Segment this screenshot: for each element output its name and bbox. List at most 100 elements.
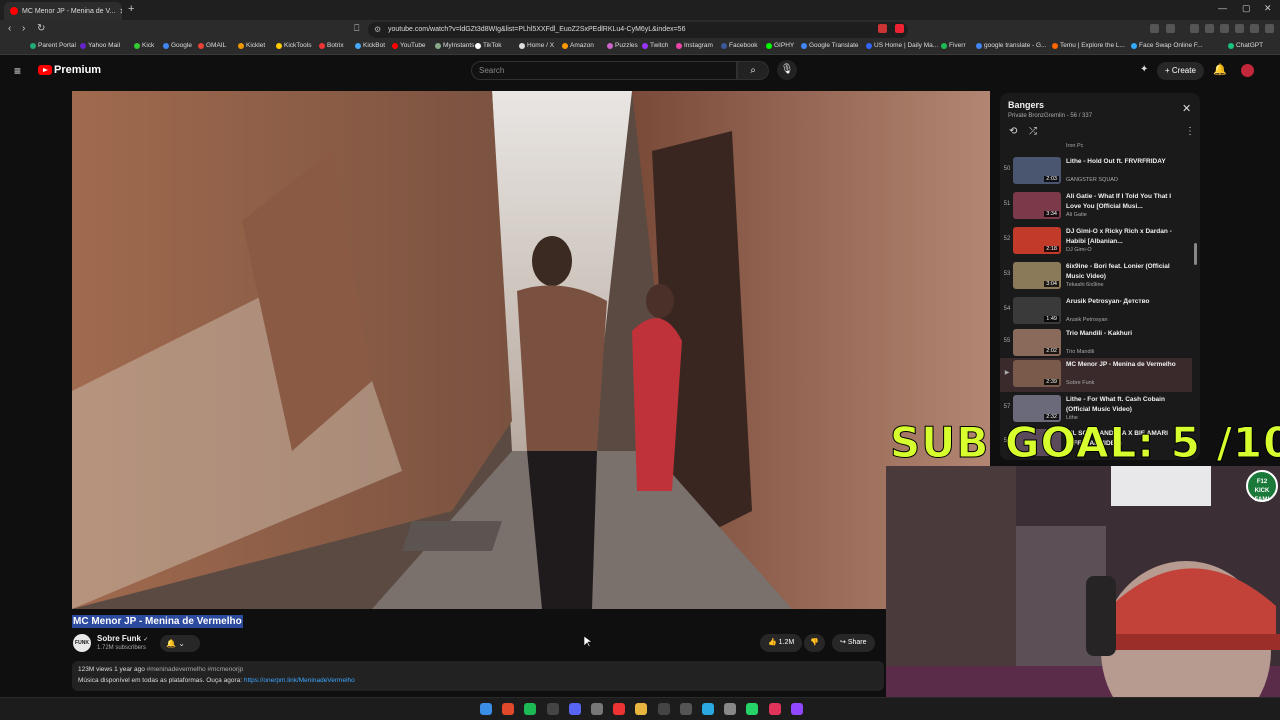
shuffle-icon[interactable]: ⤮ [1029, 126, 1037, 137]
app-icon[interactable] [546, 703, 559, 715]
spotify-icon[interactable] [524, 703, 537, 715]
playlist-scrollbar[interactable] [1194, 243, 1197, 265]
bookmark-item[interactable]: Parent Portal [30, 42, 76, 49]
hamburger-menu-icon[interactable]: ≡ [14, 64, 21, 78]
extension-icon[interactable] [1205, 24, 1214, 33]
bookmark-item[interactable]: Kicklet [238, 42, 265, 49]
cast-icon[interactable]: ✦ [1140, 64, 1148, 75]
description-link[interactable]: https://onerpm.link/MeninadeVermelho [244, 677, 355, 684]
bookmark-item[interactable]: GMAIL [198, 42, 226, 49]
steam-icon[interactable] [679, 703, 692, 715]
bookmark-item[interactable]: YouTube [392, 42, 426, 49]
list-item-channel: Iron Pc [1066, 143, 1084, 149]
search-input[interactable]: Search [471, 61, 737, 80]
extension-icon[interactable] [1190, 24, 1199, 33]
back-icon[interactable]: ‹ [8, 23, 11, 34]
bookmark-item[interactable]: Google Translate [801, 42, 859, 49]
video-description[interactable]: 123M views 1 year ago #meninadevermelho … [72, 661, 884, 691]
brave-shield-icon[interactable] [878, 24, 887, 33]
playlist-item[interactable]: ▶ 2:39 MC Menor JP - Menina de Vermelho Sob… [1000, 358, 1192, 392]
app-icon[interactable] [657, 703, 670, 715]
bookmark-item[interactable]: Instagram [676, 42, 713, 49]
minimize-icon[interactable]: — [1218, 3, 1227, 13]
app-icon[interactable] [702, 703, 714, 715]
bookmark-item[interactable]: ChatGPT [1228, 42, 1263, 49]
windows-start-icon[interactable] [480, 703, 492, 715]
extension-icon[interactable] [1235, 24, 1244, 33]
maps-icon[interactable] [613, 703, 626, 715]
bookmark-item[interactable]: Amazon [562, 42, 594, 49]
hashtags[interactable]: #meninadevermelho #mcmenorjp [147, 666, 243, 673]
microphone-icon: 🎙 [780, 64, 794, 75]
close-window-icon[interactable]: ✕ [1264, 3, 1272, 14]
channel-name[interactable]: Sobre Funk ✓ [97, 634, 148, 643]
account-avatar[interactable] [1241, 64, 1254, 77]
forward-icon[interactable]: › [22, 23, 25, 34]
bookmark-item[interactable]: TikTok [475, 42, 502, 49]
app-icon[interactable] [591, 703, 603, 715]
playlist-item[interactable]: 53 3:04 6ix9ine - Bori feat. Lonier (Offic… [1000, 260, 1192, 294]
discord-icon[interactable] [568, 703, 581, 715]
bookmark-item[interactable]: Temu | Explore the L... [1052, 42, 1125, 49]
bookmark-item[interactable]: google translate - G... [976, 42, 1047, 49]
playlist-item-channel: Trio Mandili [1066, 349, 1095, 355]
bookmark-item[interactable]: KickTools [276, 42, 311, 49]
bookmark-item[interactable]: Face Swap Online F... [1131, 42, 1203, 49]
maximize-icon[interactable]: ▢ [1242, 3, 1251, 14]
dislike-button[interactable]: 👎 [804, 634, 825, 652]
bookmark-item[interactable]: Google [163, 42, 192, 49]
address-bar[interactable]: ⚙ youtube.com/watch?v=ldGZt3d8WIg&list=P… [368, 22, 908, 38]
search-button[interactable]: ⌕ [737, 61, 769, 80]
playlist-item[interactable]: 50 2:03 Lithe - Hold Out ft. FRVRFRIDAY GAN… [1000, 155, 1192, 189]
reload-icon[interactable]: ↻ [37, 23, 45, 34]
create-button[interactable]: + Create [1157, 62, 1204, 80]
like-button[interactable]: 👍 1.2M [760, 634, 803, 652]
close-playlist-icon[interactable]: ✕ [1182, 102, 1191, 115]
extension-icon[interactable] [1166, 24, 1175, 33]
youtube-logo[interactable]: Premium [38, 64, 101, 76]
bookmark-page-icon[interactable]: ⎕ [354, 23, 359, 34]
close-tab-icon[interactable]: ✕ [119, 7, 122, 16]
bookmark-item[interactable]: GIPHY [766, 42, 794, 49]
playlist-item[interactable]: 52 2:18 DJ Gimi-O x Ricky Rich x Dardan - … [1000, 225, 1192, 259]
subscription-bell-button[interactable]: 🔔 ⌄ [160, 635, 200, 652]
notifications-bell-icon[interactable]: 🔔 [1213, 63, 1227, 76]
extension-icon[interactable] [1150, 24, 1159, 33]
playlist-item[interactable]: 55 2:02 Trio Mandili - Kakhuri Trio Mandili [1000, 327, 1192, 361]
browser-tab[interactable]: MC Menor JP - Menina de V... ✕ [4, 2, 122, 20]
bookmark-label: Amazon [570, 42, 594, 49]
brave-icon[interactable] [502, 703, 515, 715]
rewards-icon[interactable] [895, 24, 904, 33]
bookmark-item[interactable]: Yahoo Mail [80, 42, 120, 49]
channel-avatar[interactable]: FUNK [73, 634, 91, 652]
playlist-item-index: ▶ [1004, 370, 1010, 376]
wallet-icon[interactable] [1250, 24, 1259, 33]
obs-icon[interactable] [790, 703, 803, 715]
new-tab-icon[interactable]: + [128, 3, 134, 15]
whatsapp-icon[interactable] [746, 703, 759, 715]
playlist-item[interactable]: 51 3:34 Ali Gatie - What If I Told You Tha… [1000, 190, 1192, 224]
bookmark-item[interactable]: Kick [134, 42, 154, 49]
bookmark-item[interactable]: KickBot [355, 42, 385, 49]
loop-icon[interactable]: ⟲ [1009, 126, 1017, 137]
share-button[interactable]: ↪ Share [832, 634, 875, 652]
bookmark-favicon-icon [319, 42, 325, 49]
bookmark-item[interactable]: Fiverr [941, 42, 966, 49]
site-info-icon[interactable]: ⚙ [374, 22, 381, 38]
bookmark-item[interactable]: US Home | Daily Ma... [866, 42, 938, 49]
file-explorer-icon[interactable] [635, 703, 648, 715]
bookmark-item[interactable]: Puzzles [607, 42, 638, 49]
app-icon[interactable] [768, 703, 781, 715]
settings-icon[interactable] [724, 703, 737, 715]
more-options-icon[interactable]: ⋮ [1185, 126, 1195, 137]
bookmark-item[interactable]: Home / X [519, 42, 554, 49]
playlist-item[interactable]: 54 1:49 Arusik Petrosyan- Детство Arusik Pe… [1000, 295, 1192, 329]
bookmark-item[interactable]: Facebook [721, 42, 758, 49]
bookmark-item[interactable]: MyInstants [435, 42, 474, 49]
extension-icon[interactable] [1220, 24, 1229, 33]
voice-search-button[interactable]: 🎙 [777, 60, 797, 80]
menu-icon[interactable] [1265, 24, 1274, 33]
bookmark-item[interactable]: Twitch [642, 42, 668, 49]
video-player[interactable] [72, 91, 990, 609]
bookmark-item[interactable]: Botrix [319, 42, 344, 49]
